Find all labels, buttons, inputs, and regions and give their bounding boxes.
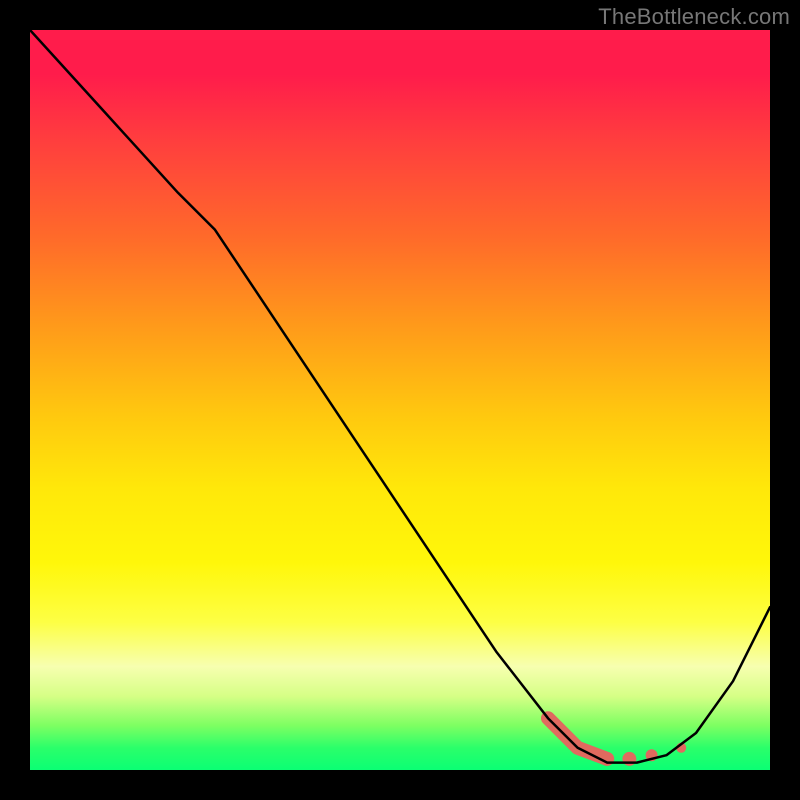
curve-line bbox=[30, 30, 770, 763]
chart-frame: TheBottleneck.com bbox=[0, 0, 800, 800]
highlight-group bbox=[548, 718, 686, 766]
chart-overlay bbox=[30, 30, 770, 770]
plot-area bbox=[30, 30, 770, 770]
watermark-text: TheBottleneck.com bbox=[598, 4, 790, 30]
highlight-segment bbox=[548, 718, 607, 759]
